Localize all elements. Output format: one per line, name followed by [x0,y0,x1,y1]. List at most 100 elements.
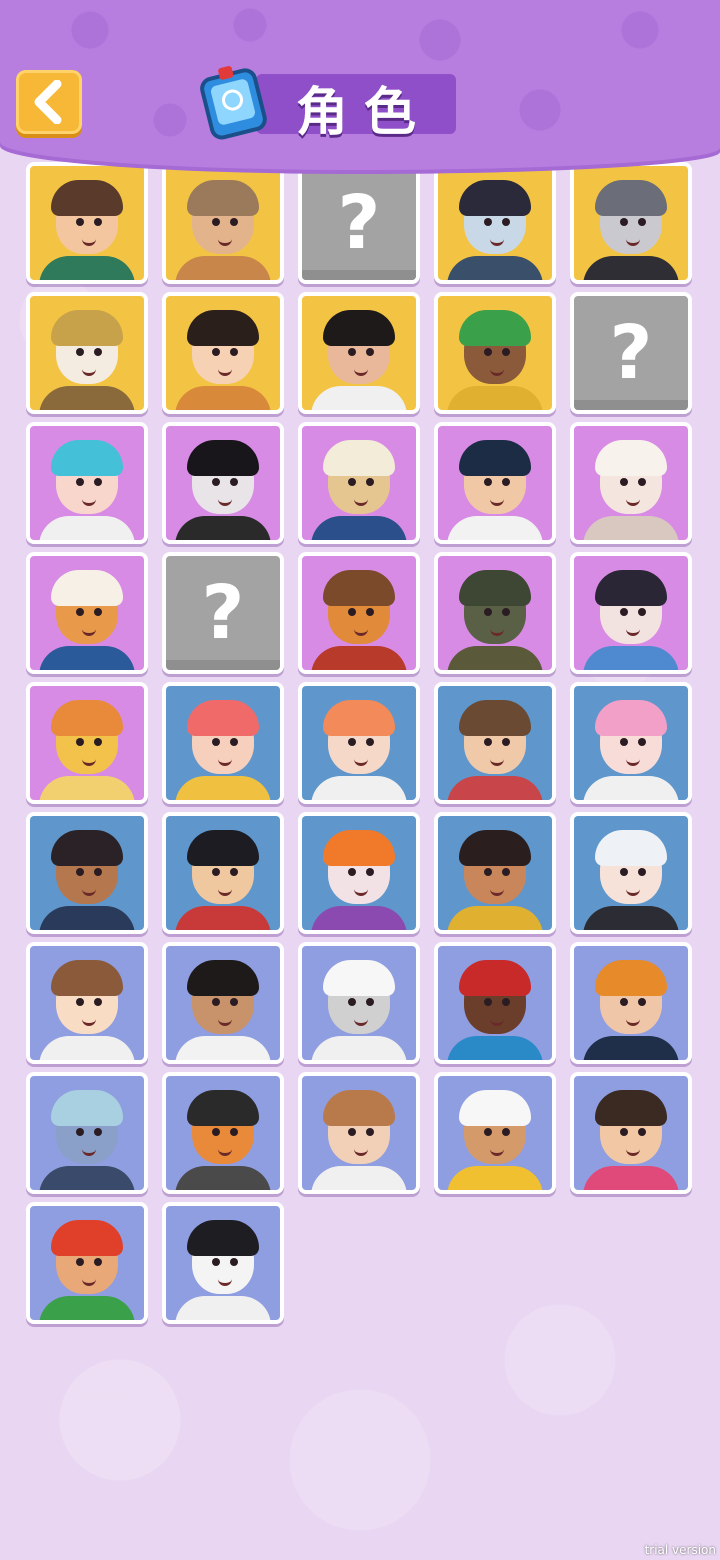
character-card[interactable] [570,812,692,934]
character-eye [484,478,492,486]
character-card[interactable] [570,682,692,804]
character-body [39,1296,135,1320]
character-card[interactable] [570,942,692,1064]
character-card[interactable] [434,812,556,934]
character-eye [638,738,646,746]
character-card[interactable] [298,552,420,674]
character-body [175,516,271,540]
character-eye [638,998,646,1006]
character-card[interactable] [570,162,692,284]
character-eye [212,868,220,876]
character-eye [230,218,238,226]
character-card[interactable] [162,162,284,284]
character-card[interactable] [26,1202,148,1324]
character-card[interactable] [162,942,284,1064]
character-hair [51,1220,123,1256]
character-eye [94,348,102,356]
chevron-left-icon [34,80,62,124]
character-card[interactable] [26,422,148,544]
phone-icon [200,66,267,140]
character-eye [348,608,356,616]
header-bar: 角色 [0,0,720,170]
character-body [175,1166,271,1190]
character-body [175,776,271,800]
character-card[interactable] [434,552,556,674]
character-eye [212,478,220,486]
character-hair [187,960,259,996]
character-body [39,906,135,930]
character-eye [230,1128,238,1136]
character-eye [620,608,628,616]
character-body [39,386,135,410]
character-card[interactable] [162,682,284,804]
character-card[interactable] [298,812,420,934]
character-hair [459,700,531,736]
character-hair [51,440,123,476]
character-eye [502,998,510,1006]
character-hair [187,830,259,866]
locked-character-card[interactable]: ? [570,292,692,414]
character-card[interactable] [26,682,148,804]
character-body [175,386,271,410]
character-card[interactable] [26,162,148,284]
locked-character-card[interactable]: ? [162,552,284,674]
locked-character-card[interactable]: ? [298,162,420,284]
character-eye [94,998,102,1006]
character-hair [187,310,259,346]
character-eye [76,868,84,876]
character-body [39,776,135,800]
character-card[interactable] [570,422,692,544]
character-card[interactable] [434,292,556,414]
character-eye [638,1128,646,1136]
character-card[interactable] [162,1202,284,1324]
character-body [447,1166,543,1190]
character-card[interactable] [434,682,556,804]
character-card[interactable] [162,1072,284,1194]
character-card[interactable] [162,812,284,934]
character-card[interactable] [298,292,420,414]
character-card[interactable] [570,552,692,674]
character-card[interactable] [26,1072,148,1194]
back-button[interactable] [16,70,82,134]
character-card[interactable] [298,1072,420,1194]
character-eye [76,348,84,356]
character-eye [212,1258,220,1266]
character-hair [187,440,259,476]
character-hair [595,830,667,866]
character-card[interactable] [434,942,556,1064]
character-card[interactable] [26,812,148,934]
character-eye [212,1128,220,1136]
character-body [39,1036,135,1060]
character-eye [366,868,374,876]
character-eye [620,738,628,746]
character-eye [348,738,356,746]
character-hair [187,180,259,216]
character-hair [323,700,395,736]
character-card[interactable] [26,552,148,674]
character-card[interactable] [162,422,284,544]
character-eye [502,348,510,356]
character-card[interactable] [434,162,556,284]
character-eye [212,218,220,226]
character-card[interactable] [570,1072,692,1194]
character-grid: ??? [26,162,696,1324]
character-card[interactable] [298,682,420,804]
character-card[interactable] [434,1072,556,1194]
character-body [311,1166,407,1190]
character-card[interactable] [298,942,420,1064]
character-eye [348,1128,356,1136]
character-eye [366,478,374,486]
character-card[interactable] [26,942,148,1064]
question-mark-icon: ? [609,310,653,396]
character-hair [323,440,395,476]
character-card[interactable] [434,422,556,544]
character-eye [212,348,220,356]
character-card[interactable] [298,422,420,544]
character-eye [76,738,84,746]
character-body [447,906,543,930]
character-eye [638,218,646,226]
character-hair [595,570,667,606]
character-card[interactable] [26,292,148,414]
character-card[interactable] [162,292,284,414]
character-hair [51,1090,123,1126]
